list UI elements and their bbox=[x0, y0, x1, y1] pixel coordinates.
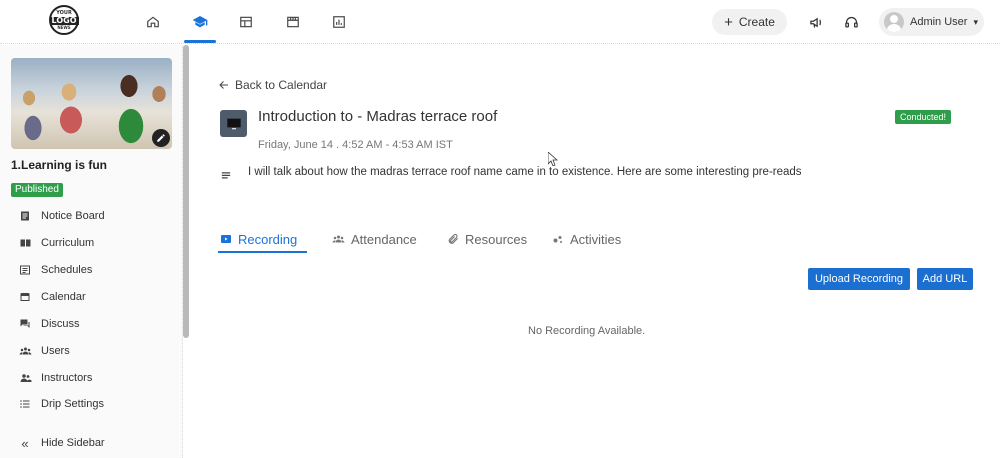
upload-recording-button[interactable]: Upload Recording bbox=[808, 268, 910, 290]
tab-activities[interactable]: Activities bbox=[552, 227, 621, 251]
headset-icon[interactable] bbox=[841, 12, 861, 32]
plus-icon: + bbox=[724, 13, 733, 31]
people-icon bbox=[332, 235, 345, 243]
store-icon[interactable] bbox=[281, 10, 305, 34]
sidebar-item-drip-settings[interactable]: Drip Settings bbox=[18, 395, 104, 413]
session-description: I will talk about how the madras terrace… bbox=[248, 166, 802, 178]
user-name: Admin User bbox=[910, 16, 968, 28]
back-to-calendar-link[interactable]: Back to Calendar bbox=[218, 78, 327, 92]
curriculum-icon bbox=[18, 236, 32, 250]
create-button[interactable]: + Create bbox=[712, 9, 787, 35]
sidebar-scrollbar[interactable] bbox=[183, 45, 189, 338]
drip-settings-icon bbox=[18, 397, 32, 411]
analytics-icon[interactable] bbox=[327, 10, 351, 34]
edit-cover-button[interactable] bbox=[152, 129, 170, 147]
hide-sidebar-button[interactable]: « Hide Sidebar bbox=[18, 434, 104, 452]
play-icon bbox=[221, 235, 231, 243]
brand-logo[interactable]: YOUR LOGO NEWS bbox=[49, 5, 79, 35]
course-cover-image bbox=[11, 58, 172, 149]
session-time: Friday, June 14 . 4:52 AM - 4:53 AM IST bbox=[258, 139, 453, 151]
notice-board-icon bbox=[18, 209, 32, 223]
tab-recording[interactable]: Recording bbox=[220, 227, 297, 251]
sidebar-item-schedules[interactable]: Schedules bbox=[18, 261, 92, 279]
sidebar-item-calendar[interactable]: Calendar bbox=[18, 288, 86, 306]
empty-state-message: No Recording Available. bbox=[528, 325, 646, 337]
paperclip-icon bbox=[448, 233, 458, 244]
arrow-left-icon bbox=[219, 81, 228, 89]
sidebar-item-discuss[interactable]: Discuss bbox=[18, 315, 80, 333]
sidebar-item-instructors[interactable]: Instructors bbox=[18, 369, 92, 387]
course-title: 1.Learning is fun bbox=[11, 158, 108, 172]
description-icon bbox=[221, 168, 231, 186]
megaphone-icon[interactable] bbox=[806, 12, 826, 32]
home-icon[interactable] bbox=[141, 10, 165, 34]
top-header: YOUR LOGO NEWS + Create Admin User ▾ bbox=[0, 0, 1000, 44]
session-title: Introduction to - Madras terrace roof bbox=[258, 108, 498, 125]
user-menu[interactable]: Admin User ▾ bbox=[879, 8, 984, 36]
discuss-icon bbox=[18, 317, 32, 331]
session-status-badge: Conducted! bbox=[895, 110, 952, 124]
graduation-cap-icon[interactable] bbox=[188, 10, 212, 34]
dashboard-icon[interactable] bbox=[234, 10, 258, 34]
sidebar-item-notice-board[interactable]: Notice Board bbox=[18, 207, 105, 225]
double-chevron-left-icon: « bbox=[21, 435, 29, 451]
sidebar-item-curriculum[interactable]: Curriculum bbox=[18, 234, 94, 252]
active-tab-indicator bbox=[218, 251, 307, 253]
sidebar-item-users[interactable]: Users bbox=[18, 342, 70, 360]
live-session-icon bbox=[220, 110, 247, 137]
status-badge: Published bbox=[11, 183, 63, 197]
instructors-icon bbox=[18, 371, 32, 385]
tab-attendance[interactable]: Attendance bbox=[332, 227, 417, 251]
activities-icon bbox=[553, 236, 562, 243]
users-icon bbox=[18, 344, 32, 358]
schedules-icon bbox=[18, 263, 32, 277]
pencil-icon bbox=[157, 134, 165, 142]
active-nav-indicator bbox=[184, 40, 216, 43]
chevron-down-icon: ▾ bbox=[973, 16, 978, 27]
tab-resources[interactable]: Resources bbox=[447, 227, 527, 251]
avatar bbox=[884, 12, 904, 32]
calendar-icon bbox=[18, 290, 32, 304]
add-url-button[interactable]: Add URL bbox=[917, 268, 973, 290]
